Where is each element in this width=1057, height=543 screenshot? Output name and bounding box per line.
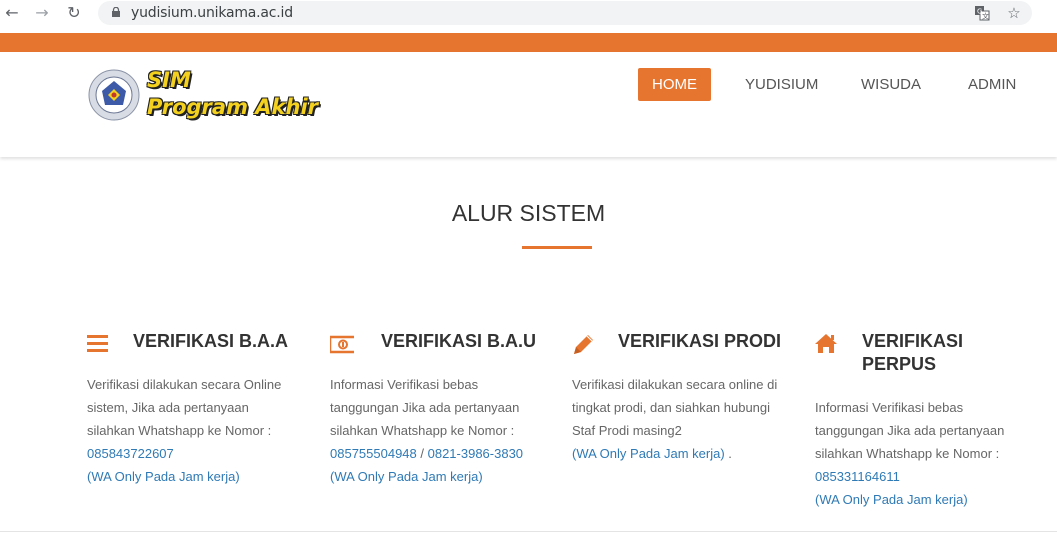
phone-link-2[interactable]: 0821-3986-3830 (428, 446, 523, 461)
title-underline (522, 246, 592, 249)
nav-yudisium[interactable]: YUDISIUM (745, 68, 818, 101)
phone-link[interactable]: 085331164611 (815, 465, 1025, 488)
top-accent-bar (0, 33, 1057, 52)
card-heading: VERIFIKASI PERPUS (862, 331, 964, 374)
card-body: Verifikasi dilakukan secara Online siste… (87, 373, 297, 488)
university-seal-icon (88, 69, 140, 121)
forward-icon[interactable]: → (33, 4, 51, 22)
wa-note: (WA Only Pada Jam kerja) (815, 492, 968, 507)
divider (0, 531, 1057, 532)
nav-wisuda[interactable]: WISUDA (861, 68, 921, 101)
card-heading: VERIFIKASI B.A.A (133, 331, 289, 351)
money-icon (330, 335, 354, 354)
phone-link[interactable]: 085755504948 (330, 446, 417, 461)
url-text[interactable]: yudisium.unikama.ac.id (131, 5, 293, 21)
address-bar[interactable]: yudisium.unikama.ac.id G文 ☆ (98, 1, 1032, 25)
card-body: Informasi Verifikasi bebas tanggungan Ji… (330, 373, 540, 488)
home-icon (815, 334, 837, 353)
card-heading: VERIFIKASI B.A.U (381, 331, 537, 351)
back-icon[interactable]: ← (3, 4, 21, 22)
browser-toolbar: ← → ↻ yudisium.unikama.ac.id G文 ☆ (0, 0, 1057, 28)
wa-note: (WA Only Pada Jam kerja) (330, 469, 483, 484)
nav-admin[interactable]: ADMIN (968, 68, 1016, 101)
section-title: ALUR SISTEM (451, 200, 606, 226)
card-body: Verifikasi dilakukan secara online di ti… (572, 377, 778, 461)
card-heading: VERIFIKASI PRODI (618, 331, 782, 351)
star-icon[interactable]: ☆ (1006, 5, 1022, 21)
site-header: SIM Program Akhir HOME YUDISIUM WISUDA A… (0, 52, 1057, 157)
svg-text:文: 文 (982, 12, 989, 21)
nav-home[interactable]: HOME (638, 68, 711, 101)
wa-note: (WA Only Pada Jam kerja) (87, 469, 240, 484)
phone-link[interactable]: 085843722607 (87, 442, 297, 465)
wa-note: (WA Only Pada Jam kerja) (572, 446, 725, 461)
logo-text[interactable]: SIM Program Akhir (147, 67, 318, 121)
pencil-icon (574, 335, 593, 354)
card-body: Informasi Verifikasi bebas tanggungan Ji… (815, 396, 1025, 511)
translate-icon[interactable]: G文 (974, 5, 990, 21)
reload-icon[interactable]: ↻ (65, 4, 83, 22)
bars-icon (87, 335, 108, 352)
lock-icon (112, 7, 120, 17)
